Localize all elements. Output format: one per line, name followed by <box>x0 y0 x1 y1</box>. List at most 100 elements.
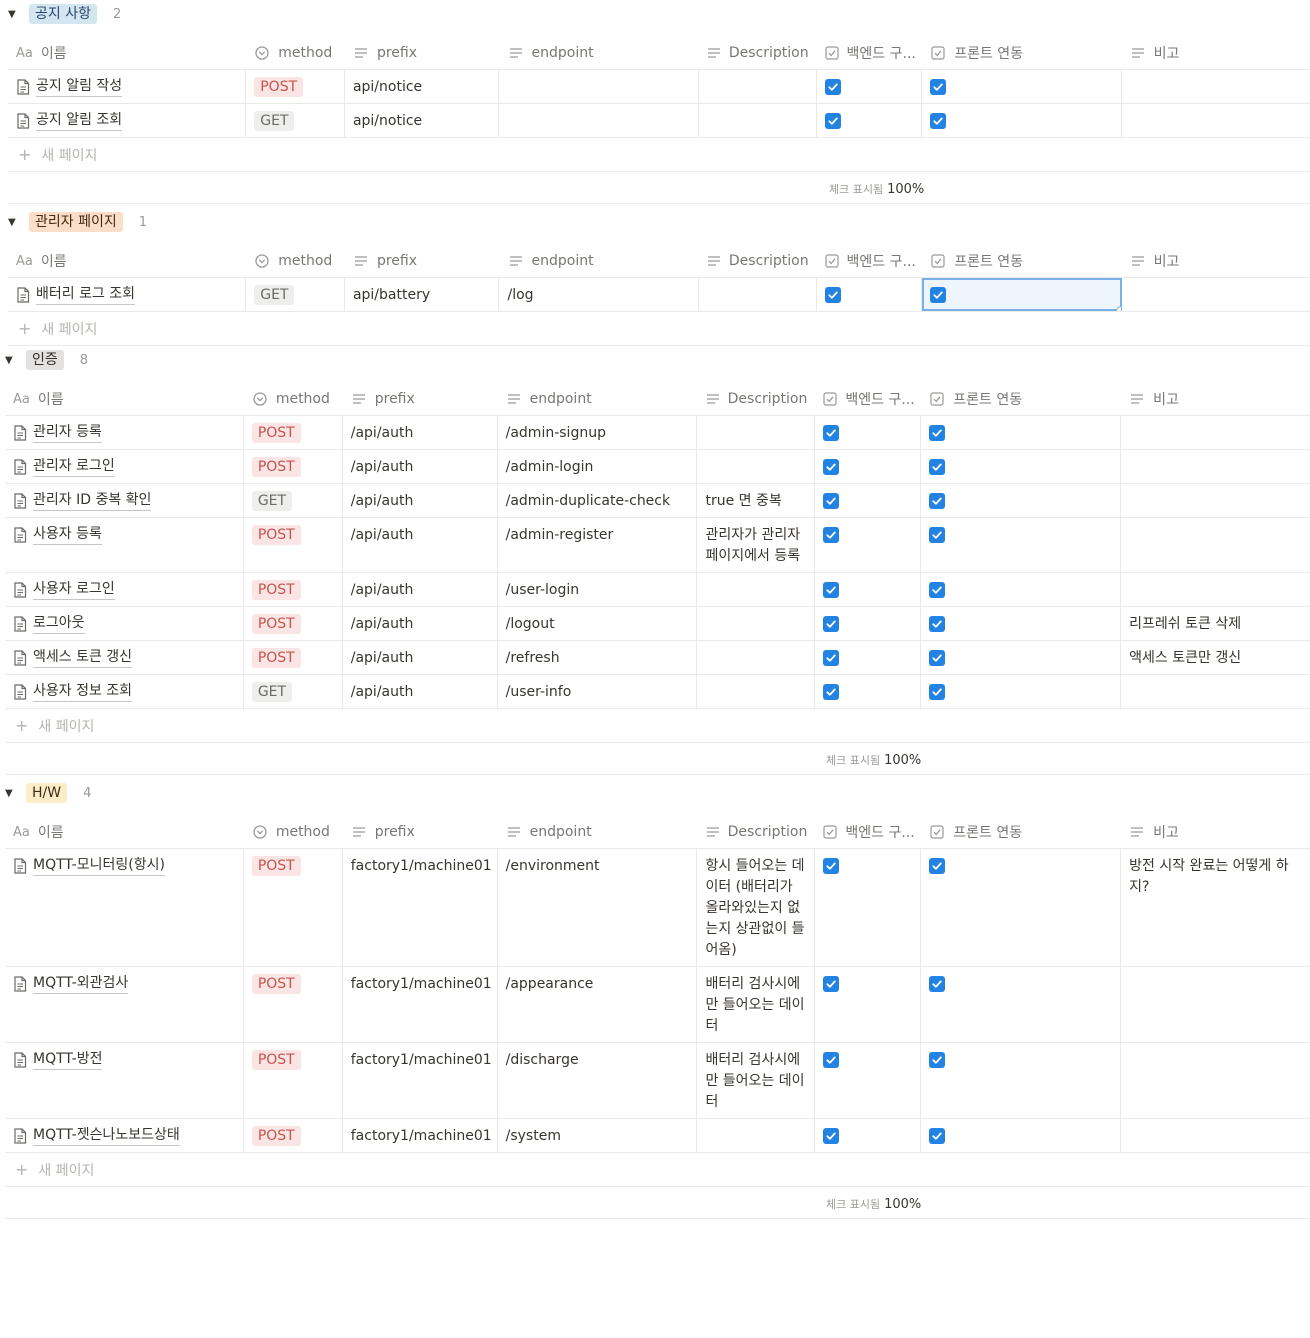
cell-prefix[interactable]: /api/auth <box>343 607 498 640</box>
row-title[interactable]: 공지 알림 작성 <box>36 77 123 97</box>
cell-description[interactable] <box>697 416 816 449</box>
cell-endpoint[interactable]: /admin-login <box>498 450 698 483</box>
cell-prefix[interactable]: factory1/machine01 <box>343 1043 498 1118</box>
cell-front[interactable] <box>921 484 1122 517</box>
checkbox-checked[interactable] <box>930 287 947 303</box>
cell-note[interactable] <box>1122 104 1310 137</box>
cell-prefix[interactable]: /api/auth <box>343 518 498 572</box>
column-header-endpoint[interactable]: endpoint <box>500 37 699 69</box>
column-header-front[interactable]: 프론트 연동 <box>922 37 1121 69</box>
cell-description[interactable]: 관리자가 관리자 페이지에서 등록 <box>697 518 816 572</box>
cell-prefix[interactable]: /api/auth <box>343 484 498 517</box>
row-title[interactable]: 사용자 로그인 <box>33 580 115 600</box>
checkbox-checked[interactable] <box>823 493 840 509</box>
cell-front[interactable] <box>921 450 1122 483</box>
row-title[interactable]: 사용자 등록 <box>33 525 102 545</box>
cell-method[interactable]: POST <box>244 1043 343 1118</box>
column-header-note[interactable]: 비고 <box>1122 245 1310 277</box>
toggle-triangle-icon[interactable]: ▼ <box>8 217 20 228</box>
cell-method[interactable]: POST <box>244 416 343 449</box>
cell-prefix[interactable]: /api/auth <box>343 450 498 483</box>
cell-description[interactable] <box>697 450 816 483</box>
cell-endpoint[interactable] <box>499 104 699 137</box>
cell-endpoint[interactable]: /system <box>498 1119 698 1152</box>
cell-description[interactable] <box>697 607 816 640</box>
cell-prefix[interactable]: api/notice <box>345 70 500 103</box>
cell-prefix[interactable]: /api/auth <box>343 641 498 674</box>
cell-name[interactable]: 배터리 로그 조회 <box>8 278 247 311</box>
column-header-prefix[interactable]: prefix <box>345 245 500 277</box>
checkbox-checked[interactable] <box>824 113 841 129</box>
cell-note[interactable]: 방전 시작 완료는 어떻게 하지? <box>1121 849 1310 966</box>
column-header-front[interactable]: 프론트 연동 <box>921 383 1121 415</box>
cell-backend[interactable] <box>815 849 922 966</box>
cell-front[interactable] <box>921 416 1122 449</box>
cell-front[interactable] <box>922 70 1122 103</box>
cell-note[interactable] <box>1122 278 1310 311</box>
cell-endpoint[interactable]: /admin-register <box>498 518 698 572</box>
table-row[interactable]: MQTT-젯슨나노보드상태 POST factory1/machine01/syst… <box>5 1119 1310 1153</box>
checkbox-checked[interactable] <box>929 493 946 509</box>
calculation-summary[interactable]: 체크 표시됨 100% <box>826 1196 921 1212</box>
cell-prefix[interactable]: /api/auth <box>343 675 498 708</box>
cell-front[interactable] <box>921 573 1122 606</box>
cell-prefix[interactable]: api/notice <box>345 104 500 137</box>
cell-description[interactable] <box>699 104 817 137</box>
table-row[interactable]: 공지 알림 조회 GET api/notice <box>8 104 1310 138</box>
column-header-prefix[interactable]: prefix <box>345 37 500 69</box>
cell-method[interactable]: POST <box>244 450 343 483</box>
column-header-backend[interactable]: 백엔드 구... <box>815 816 921 848</box>
cell-name[interactable]: 관리자 등록 <box>5 416 244 449</box>
table-row[interactable]: 액세스 토큰 갱신 POST/api/auth/refresh 액세스 토큰만 갱신 <box>5 641 1310 675</box>
calculation-summary[interactable]: 체크 표시됨 100% <box>829 181 924 197</box>
cell-name[interactable]: MQTT-방전 <box>5 1043 244 1118</box>
checkbox-checked[interactable] <box>929 582 946 598</box>
checkbox-checked[interactable] <box>823 616 840 632</box>
new-page-button[interactable]: + 새 페이지 <box>8 312 1310 346</box>
checkbox-checked[interactable] <box>824 79 841 95</box>
table-row[interactable]: 관리자 로그인 POST/api/auth/admin-login <box>5 450 1310 484</box>
new-page-button[interactable]: + 새 페이지 <box>5 709 1310 743</box>
cell-prefix[interactable]: factory1/machine01 <box>343 967 498 1042</box>
cell-backend[interactable] <box>815 607 922 640</box>
cell-note[interactable]: 액세스 토큰만 갱신 <box>1121 641 1310 674</box>
checkbox-checked[interactable] <box>823 582 840 598</box>
cell-front[interactable] <box>922 278 1122 311</box>
cell-name[interactable]: MQTT-젯슨나노보드상태 <box>5 1119 244 1152</box>
cell-backend[interactable] <box>815 416 922 449</box>
column-header-name[interactable]: Aa 이름 <box>8 245 246 277</box>
column-header-name[interactable]: Aa 이름 <box>5 816 244 848</box>
column-header-backend[interactable]: 백엔드 구... <box>817 37 923 69</box>
cell-description[interactable] <box>697 675 816 708</box>
cell-description[interactable]: 배터리 검사시에만 들어오는 데이터 <box>697 967 816 1042</box>
cell-note[interactable]: 리프레쉬 토큰 삭제 <box>1121 607 1310 640</box>
cell-front[interactable] <box>921 641 1122 674</box>
cell-endpoint[interactable] <box>499 70 699 103</box>
toggle-triangle-icon[interactable]: ▼ <box>8 9 20 20</box>
column-header-front[interactable]: 프론트 연동 <box>921 816 1121 848</box>
cell-backend[interactable] <box>815 484 922 517</box>
column-header-name[interactable]: Aa 이름 <box>5 383 244 415</box>
cell-description[interactable] <box>697 641 816 674</box>
cell-backend[interactable] <box>815 518 922 572</box>
column-header-method[interactable]: method <box>246 37 345 69</box>
row-title[interactable]: MQTT-외관검사 <box>33 974 129 994</box>
cell-note[interactable] <box>1121 967 1310 1042</box>
cell-prefix[interactable]: api/battery <box>345 278 500 311</box>
cell-note[interactable] <box>1121 416 1310 449</box>
checkbox-checked[interactable] <box>823 459 840 475</box>
column-header-name[interactable]: Aa 이름 <box>8 37 246 69</box>
cell-method[interactable]: POST <box>244 607 343 640</box>
calculation-row[interactable]: 체크 표시됨 100% <box>5 743 1310 775</box>
cell-front[interactable] <box>921 849 1122 966</box>
table-row[interactable]: MQTT-모니터링(항시) POST factory1/machine01/envi… <box>5 849 1310 967</box>
cell-description[interactable] <box>697 1119 816 1152</box>
checkbox-checked[interactable] <box>929 616 946 632</box>
cell-method[interactable]: GET <box>244 675 343 708</box>
cell-endpoint[interactable]: /user-info <box>498 675 698 708</box>
cell-method[interactable]: POST <box>244 573 343 606</box>
cell-name[interactable]: 관리자 로그인 <box>5 450 244 483</box>
column-header-description[interactable]: Description <box>699 245 817 277</box>
table-row[interactable]: 관리자 ID 중복 확인 GET/api/auth/admin-duplicate… <box>5 484 1310 518</box>
cell-backend[interactable] <box>815 641 922 674</box>
